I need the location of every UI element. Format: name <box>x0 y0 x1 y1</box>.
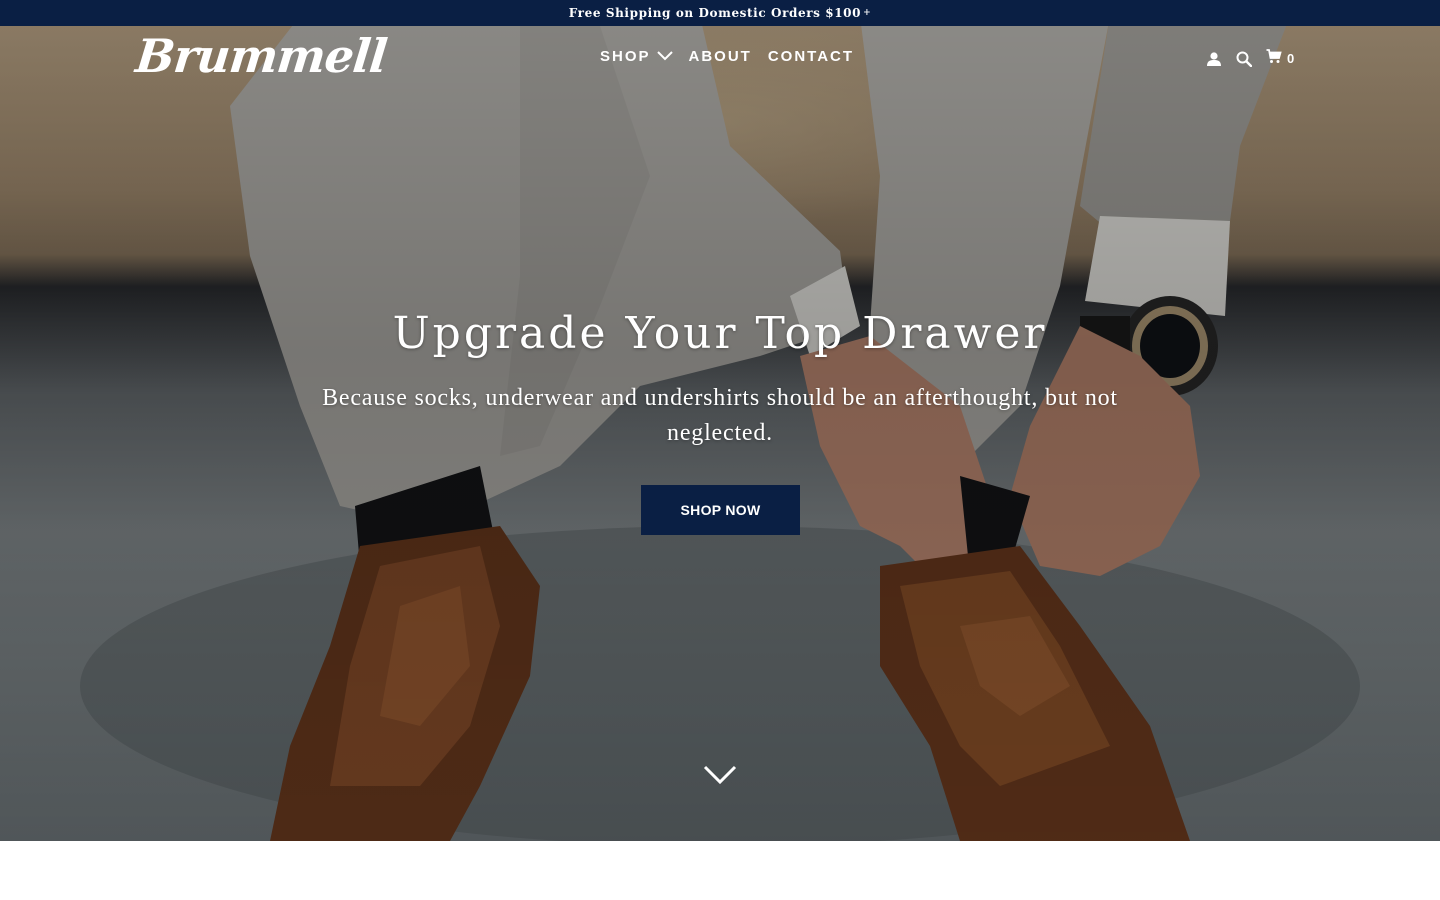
page-content-start <box>0 841 1440 900</box>
brand-logo[interactable]: Brummell <box>133 28 389 84</box>
nav-about-label: ABOUT <box>688 48 752 65</box>
cart-count: 0 <box>1287 51 1295 66</box>
nav-contact[interactable]: CONTACT <box>768 48 854 65</box>
nav-contact-label: CONTACT <box>767 48 855 65</box>
nav-shop-label: SHOP <box>600 48 651 65</box>
hero-title: Upgrade Your Top Drawer <box>392 308 1048 359</box>
search-icon[interactable] <box>1236 51 1252 67</box>
announcement-text: Free Shipping on Domestic Orders $100 <box>568 6 862 20</box>
site-header: Brummell SHOP ABOUT CONTACT 0 <box>0 26 1440 94</box>
main-nav: SHOP ABOUT CONTACT <box>600 48 854 65</box>
nav-about[interactable]: ABOUT <box>689 48 752 65</box>
shop-now-button[interactable]: SHOP NOW <box>641 485 800 535</box>
nav-shop[interactable]: SHOP <box>600 48 673 65</box>
cart-icon <box>1266 48 1282 69</box>
chevron-down-icon <box>656 48 673 65</box>
hero-subtitle: Because socks, underwear and undershirts… <box>322 385 1118 446</box>
cart-button[interactable]: 0 <box>1266 48 1294 69</box>
announcement-bar: Free Shipping on Domestic Orders $100 + <box>0 0 1440 26</box>
announcement-suffix: + <box>863 8 872 18</box>
chevron-down-icon <box>703 765 737 785</box>
header-icons: 0 <box>1206 48 1294 69</box>
account-icon[interactable] <box>1206 51 1222 67</box>
scroll-down-button[interactable] <box>703 764 737 786</box>
